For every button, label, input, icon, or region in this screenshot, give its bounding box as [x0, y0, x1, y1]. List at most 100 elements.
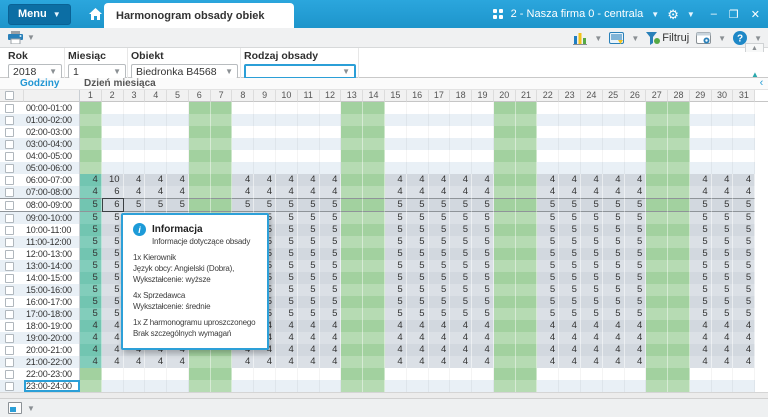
staffing-cell[interactable]: 5	[319, 284, 342, 296]
staffing-cell[interactable]	[80, 368, 102, 380]
staffing-cell[interactable]: 5	[580, 296, 603, 308]
staffing-cell[interactable]	[493, 272, 516, 284]
staffing-cell[interactable]	[580, 162, 603, 174]
row-checkbox[interactable]	[5, 103, 14, 113]
staffing-cell[interactable]	[254, 138, 277, 150]
staffing-cell[interactable]	[210, 174, 233, 186]
day-column-header[interactable]: 22	[537, 90, 560, 102]
staffing-cell[interactable]: 5	[711, 236, 734, 248]
staffing-cell[interactable]	[602, 126, 625, 138]
staffing-cell[interactable]	[80, 380, 102, 392]
staffing-cell[interactable]: 5	[450, 296, 473, 308]
staffing-cell[interactable]	[406, 114, 429, 126]
staffing-cell[interactable]: 4	[80, 174, 102, 186]
staffing-cell[interactable]	[210, 138, 233, 150]
layout-button[interactable]	[8, 402, 22, 414]
staffing-cell[interactable]	[254, 380, 277, 392]
staffing-cell[interactable]	[450, 150, 473, 162]
staffing-cell[interactable]	[188, 356, 211, 368]
staffing-cell[interactable]	[363, 102, 385, 114]
day-column-header[interactable]: 1	[80, 90, 102, 102]
staffing-cell[interactable]	[101, 138, 124, 150]
row-checkbox[interactable]	[5, 369, 14, 379]
staffing-cell[interactable]	[123, 380, 146, 392]
staffing-cell[interactable]: 5	[450, 236, 473, 248]
staffing-cell[interactable]	[276, 150, 298, 162]
staffing-cell[interactable]	[646, 162, 669, 174]
chevron-down-icon[interactable]: ▼	[651, 10, 659, 19]
staffing-cell[interactable]	[80, 150, 102, 162]
staffing-cell[interactable]	[363, 380, 385, 392]
time-cell[interactable]: 15:00-16:00	[24, 284, 80, 296]
staffing-cell[interactable]: 5	[384, 308, 407, 320]
staffing-cell[interactable]	[363, 368, 385, 380]
staffing-cell[interactable]: 5	[297, 248, 320, 260]
staffing-cell[interactable]	[450, 380, 473, 392]
staffing-cell[interactable]	[319, 380, 342, 392]
staffing-cell[interactable]	[210, 114, 233, 126]
staffing-cell[interactable]	[80, 114, 102, 126]
staffing-cell[interactable]: 4	[319, 186, 342, 198]
staffing-cell[interactable]: 4	[624, 356, 647, 368]
staffing-cell[interactable]: 5	[472, 236, 494, 248]
staffing-cell[interactable]	[384, 150, 407, 162]
staffing-cell[interactable]	[646, 126, 669, 138]
staffing-cell[interactable]	[515, 162, 538, 174]
staffing-cell[interactable]	[101, 150, 124, 162]
staffing-cell[interactable]: 4	[733, 186, 756, 198]
staffing-cell[interactable]	[646, 260, 669, 272]
day-column-header[interactable]: 9	[254, 90, 277, 102]
layout-dropdown-chevron-icon[interactable]: ▼	[27, 404, 35, 413]
staffing-cell[interactable]	[493, 102, 516, 114]
row-checkbox[interactable]	[5, 249, 14, 259]
staffing-cell[interactable]: 4	[472, 332, 494, 344]
staffing-cell[interactable]: 4	[80, 332, 102, 344]
staffing-cell[interactable]	[341, 138, 364, 150]
hours-header[interactable]: Godziny	[0, 78, 80, 89]
staffing-cell[interactable]: 4	[276, 174, 298, 186]
staffing-cell[interactable]	[276, 114, 298, 126]
staffing-cell[interactable]	[515, 236, 538, 248]
staffing-cell[interactable]: 4	[559, 332, 581, 344]
staffing-cell[interactable]	[537, 126, 560, 138]
staffing-cell[interactable]	[624, 162, 647, 174]
staffing-cell[interactable]	[123, 368, 146, 380]
staffing-cell[interactable]	[515, 344, 538, 356]
staffing-cell[interactable]: 5	[537, 284, 560, 296]
staffing-cell[interactable]: 5	[711, 260, 734, 272]
row-checkbox[interactable]	[5, 163, 14, 173]
staffing-cell[interactable]	[472, 162, 494, 174]
staffing-cell[interactable]	[101, 368, 124, 380]
day-column-header[interactable]: 14	[363, 90, 385, 102]
export-dropdown-chevron-icon[interactable]: ▼	[631, 34, 639, 43]
staffing-cell[interactable]: 5	[602, 224, 625, 236]
staffing-cell[interactable]	[188, 186, 211, 198]
filter-select[interactable]: 1 ▼	[68, 64, 126, 79]
staffing-cell[interactable]	[537, 368, 560, 380]
staffing-cell[interactable]	[341, 248, 364, 260]
staffing-cell[interactable]	[145, 162, 168, 174]
staffing-cell[interactable]: 4	[711, 320, 734, 332]
staffing-cell[interactable]: 5	[733, 260, 756, 272]
staffing-cell[interactable]	[319, 162, 342, 174]
staffing-cell[interactable]: 5	[297, 198, 320, 212]
day-column-header[interactable]: 12	[319, 90, 342, 102]
row-checkbox[interactable]	[5, 381, 14, 391]
staffing-cell[interactable]: 5	[733, 236, 756, 248]
staffing-cell[interactable]	[188, 138, 211, 150]
staffing-cell[interactable]	[319, 368, 342, 380]
staffing-cell[interactable]	[711, 162, 734, 174]
day-column-header[interactable]: 7	[210, 90, 233, 102]
staffing-cell[interactable]	[123, 114, 146, 126]
staffing-cell[interactable]: 4	[123, 174, 146, 186]
staffing-cell[interactable]: 5	[472, 272, 494, 284]
staffing-cell[interactable]: 4	[406, 174, 429, 186]
staffing-cell[interactable]	[493, 380, 516, 392]
staffing-cell[interactable]: 5	[559, 260, 581, 272]
staffing-cell[interactable]: 4	[276, 356, 298, 368]
day-column-header[interactable]: 8	[232, 90, 255, 102]
staffing-cell[interactable]: 4	[406, 320, 429, 332]
filter-select[interactable]: Biedronka B4568 ▼	[131, 64, 238, 79]
staffing-cell[interactable]	[363, 272, 385, 284]
staffing-cell[interactable]	[188, 150, 211, 162]
